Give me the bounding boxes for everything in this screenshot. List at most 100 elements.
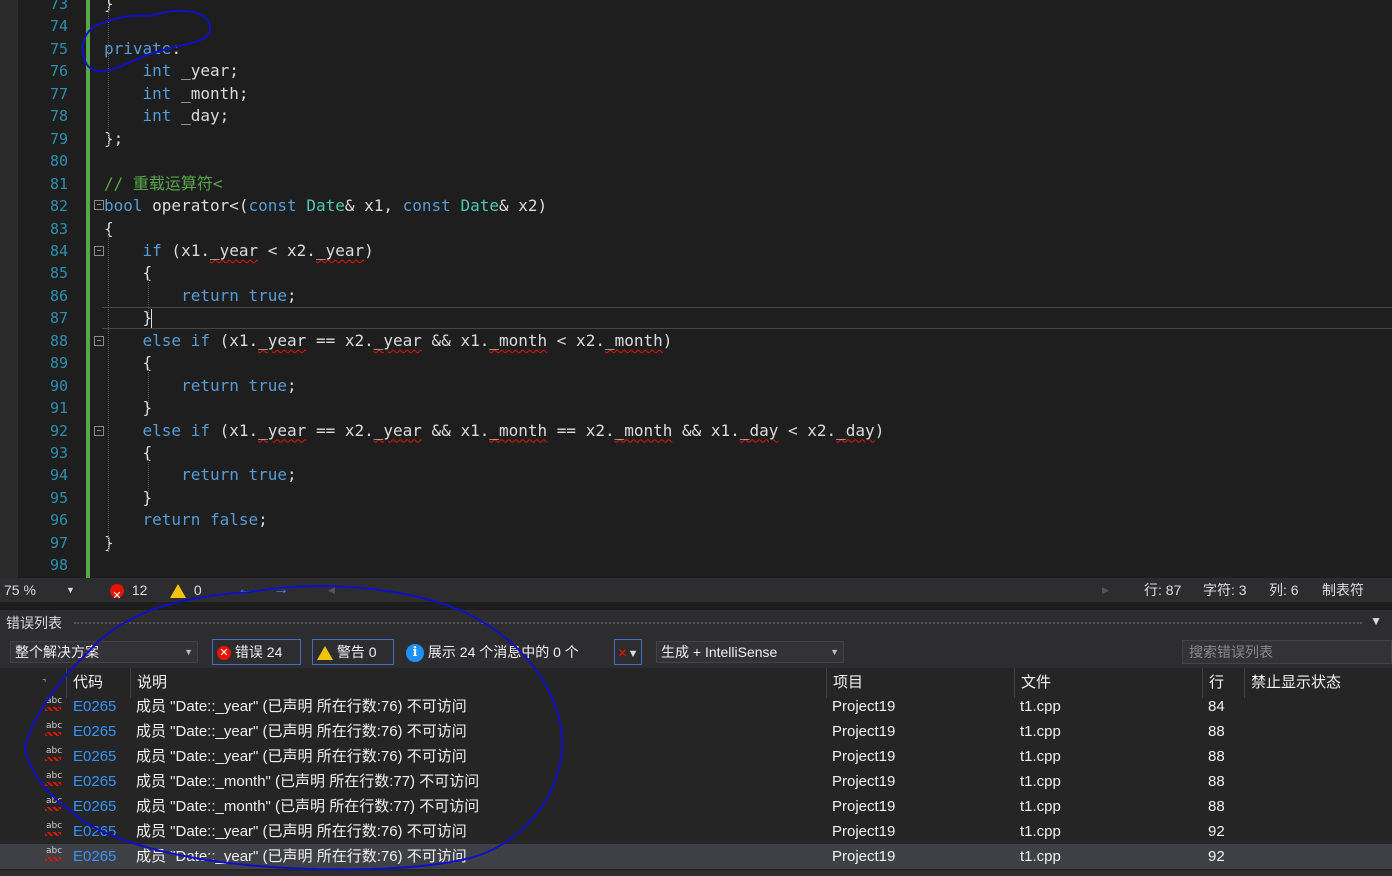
chevron-down-icon: ▼: [184, 647, 193, 657]
code-line[interactable]: {: [104, 352, 153, 374]
table-row[interactable]: abc E0265 成员 "Date::_year" (已声明 所在行数:76) 不…: [0, 694, 1392, 719]
code-editor[interactable]: 73} 74 75 private: 76 int _year; 77 int _mont…: [0, 0, 1392, 578]
panel-bottom-tabs: [0, 871, 1392, 876]
error-code-link[interactable]: E0265: [73, 844, 116, 869]
line-number: 78: [49, 107, 68, 126]
line-number: 83: [49, 219, 68, 238]
code-line[interactable]: int _year;: [104, 60, 239, 82]
scope-dropdown[interactable]: 整个解决方案 ▼: [10, 641, 198, 663]
search-error-list-input[interactable]: 搜索错误列表: [1182, 640, 1392, 664]
code-line[interactable]: };: [104, 128, 123, 150]
code-line[interactable]: {: [104, 262, 153, 284]
tab-mode[interactable]: 制表符: [1322, 578, 1364, 602]
filter-clear-icon: ✕: [617, 646, 628, 660]
error-count: 12: [131, 582, 148, 598]
fold-toggle-icon[interactable]: −: [94, 426, 104, 436]
code-line[interactable]: }: [104, 397, 153, 419]
error-code-link[interactable]: E0265: [73, 744, 116, 769]
error-code-link[interactable]: E0265: [73, 769, 116, 794]
error-code-link[interactable]: E0265: [73, 819, 116, 844]
error-file: t1.cpp: [1020, 823, 1061, 840]
code-line[interactable]: }: [104, 307, 153, 329]
cursor-column: 列: 6: [1269, 582, 1299, 598]
warnings-filter-button[interactable]: 警告 0: [312, 639, 394, 665]
error-count-indicator[interactable]: ✕ 12: [110, 578, 147, 602]
hscroll-right-icon[interactable]: ▶: [1102, 578, 1109, 602]
errors-filter-button[interactable]: ✕ 错误 24: [212, 639, 301, 665]
messages-filter-button[interactable]: i 展示 24 个消息中的 0 个: [406, 639, 579, 665]
error-list-grid: ⌝ 代码 说明 项目 文件 行 禁止显示状态 abc E0265 成员 "Date:…: [0, 668, 1392, 876]
code-line[interactable]: {: [104, 442, 153, 464]
error-icon: ✕: [110, 584, 124, 602]
funnel-icon: ▼: [627, 648, 639, 660]
chevron-down-icon: ▼: [830, 647, 839, 657]
table-row[interactable]: abc E0265 成员 "Date::_year" (已声明 所在行数:76) 不…: [0, 819, 1392, 844]
navigate-back-icon[interactable]: ←: [237, 578, 253, 602]
error-description: 成员 "Date::_month" (已声明 所在行数:77) 不可访问: [136, 798, 480, 815]
error-file: t1.cpp: [1020, 773, 1061, 790]
line-number: 79: [49, 129, 68, 148]
code-line[interactable]: }: [104, 487, 153, 509]
line-number: 85: [49, 264, 68, 283]
error-project: Project19: [832, 748, 896, 765]
warnings-filter-label: 警告 0: [336, 644, 377, 660]
line-number: 84: [49, 241, 68, 260]
line-number: 97: [49, 533, 68, 552]
current-line-highlight: [102, 307, 1392, 329]
navigate-forward-icon[interactable]: →: [273, 578, 289, 602]
squiggle-icon: [45, 807, 61, 811]
error-code-link[interactable]: E0265: [73, 694, 116, 719]
intellisense-error-icon: abc: [46, 796, 63, 806]
scope-value: 整个解决方案: [15, 644, 99, 660]
fold-toggle-icon[interactable]: −: [94, 246, 104, 256]
error-file: t1.cpp: [1020, 698, 1061, 715]
code-line[interactable]: int _day;: [104, 105, 230, 127]
error-code-link[interactable]: E0265: [73, 794, 116, 819]
table-row[interactable]: abc E0265 成员 "Date::_month" (已声明 所在行数:77) …: [0, 794, 1392, 819]
build-filter-dropdown[interactable]: 生成 + IntelliSense ▼: [656, 641, 844, 663]
error-project: Project19: [832, 773, 896, 790]
code-line[interactable]: return true;: [104, 375, 297, 397]
text-caret: [151, 309, 152, 328]
fold-toggle-icon[interactable]: −: [94, 200, 104, 210]
code-line[interactable]: private:: [104, 38, 181, 60]
code-line[interactable]: return true;: [104, 464, 297, 486]
line-number: 90: [49, 376, 68, 395]
hscroll-left-icon[interactable]: ◀: [328, 578, 335, 602]
error-line: 84: [1208, 698, 1225, 715]
line-number: 75: [49, 39, 68, 58]
table-row[interactable]: abc E0265 成员 "Date::_month" (已声明 所在行数:77) …: [0, 769, 1392, 794]
line-number: 82: [49, 197, 68, 216]
clear-filter-button[interactable]: ✕▼: [614, 639, 642, 665]
code-line[interactable]: if (x1._year < x2._year): [104, 240, 374, 262]
panel-menu-icon[interactable]: ▼: [1370, 614, 1382, 628]
intellisense-error-icon: abc: [46, 771, 63, 781]
error-line: 88: [1208, 748, 1225, 765]
code-line[interactable]: int _month;: [104, 83, 249, 105]
table-row[interactable]: abc E0265 成员 "Date::_year" (已声明 所在行数:76) 不…: [0, 844, 1392, 869]
error-line: 92: [1208, 848, 1225, 865]
panel-title: 错误列表: [6, 615, 62, 631]
squiggle-icon: [45, 857, 61, 861]
fold-toggle-icon[interactable]: −: [94, 336, 104, 346]
messages-filter-label: 展示 24 个消息中的 0 个: [427, 644, 579, 660]
code-line[interactable]: bool operator<(const Date& x1, const Dat…: [104, 195, 547, 217]
error-description: 成员 "Date::_year" (已声明 所在行数:76) 不可访问: [136, 698, 467, 715]
squiggle-icon: [45, 757, 61, 761]
code-line[interactable]: // 重载运算符<: [104, 173, 223, 195]
zoom-select[interactable]: 75 % ▼: [4, 578, 76, 602]
change-tracking-bar: [86, 0, 90, 578]
error-code-link[interactable]: E0265: [73, 719, 116, 744]
code-line[interactable]: else if (x1._year == x2._year && x1._mon…: [104, 330, 673, 352]
error-file: t1.cpp: [1020, 748, 1061, 765]
line-number: 88: [49, 331, 68, 350]
line-number: 86: [49, 286, 68, 305]
table-row[interactable]: abc E0265 成员 "Date::_year" (已声明 所在行数:76) 不…: [0, 744, 1392, 769]
code-line[interactable]: return true;: [104, 285, 297, 307]
table-row[interactable]: abc E0265 成员 "Date::_year" (已声明 所在行数:76) 不…: [0, 719, 1392, 744]
code-line[interactable]: else if (x1._year == x2._year && x1._mon…: [104, 420, 885, 442]
code-line[interactable]: return false;: [104, 509, 268, 531]
warning-count-indicator[interactable]: 0: [170, 578, 202, 602]
cursor-char: 字符: 3: [1203, 582, 1247, 598]
intellisense-error-icon: abc: [46, 721, 63, 731]
